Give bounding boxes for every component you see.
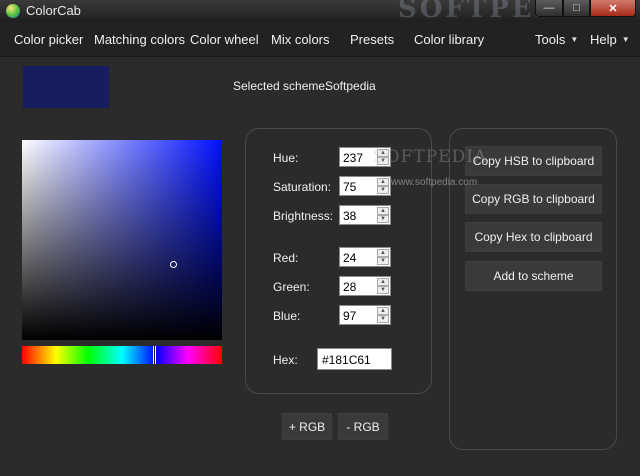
spin-down-icon[interactable]: ▼ (377, 186, 389, 194)
selected-scheme-name: Softpedia (325, 79, 376, 93)
blue-spinbox[interactable]: 97 ▲ ▼ (339, 305, 391, 325)
picker-cursor[interactable] (170, 261, 177, 268)
plus-rgb-button[interactable]: + RGB (282, 413, 332, 440)
spin-up-icon[interactable]: ▲ (377, 307, 389, 315)
softpedia-watermark-url: www.softpedia.com (391, 177, 478, 188)
minimize-button[interactable]: — (535, 0, 563, 17)
brightness-spinbox[interactable]: 38 ▲ ▼ (339, 205, 391, 225)
title-bar: ColorCab SOFTPEDIA — □ ✕ (0, 0, 640, 24)
close-icon: ✕ (608, 2, 618, 15)
spin-up-icon[interactable]: ▲ (377, 207, 389, 215)
menu-help-label: Help (590, 32, 617, 47)
chevron-down-icon: ▼ (570, 35, 579, 44)
red-label: Red: (273, 251, 299, 265)
brightness-value: 38 (343, 209, 357, 223)
minus-rgb-button[interactable]: - RGB (338, 413, 388, 440)
brightness-label: Brightness: (273, 209, 334, 223)
close-button[interactable]: ✕ (590, 0, 636, 17)
green-spinbox[interactable]: 28 ▲ ▼ (339, 276, 391, 296)
menu-mix-colors[interactable]: Mix colors (271, 32, 330, 47)
menu-color-library[interactable]: Color library (414, 32, 484, 47)
hex-label: Hex: (273, 353, 298, 367)
menu-color-picker[interactable]: Color picker (14, 32, 83, 47)
copy-rgb-button[interactable]: Copy RGB to clipboard (465, 184, 602, 214)
menu-color-wheel[interactable]: Color wheel (190, 32, 259, 47)
green-value: 28 (343, 280, 357, 294)
hue-slider[interactable] (22, 346, 222, 364)
red-value: 24 (343, 251, 357, 265)
minimize-icon: — (543, 2, 555, 14)
spin-up-icon[interactable]: ▲ (377, 278, 389, 286)
spin-up-icon[interactable]: ▲ (377, 178, 389, 186)
spin-up-icon[interactable]: ▲ (377, 249, 389, 257)
copy-hex-button[interactable]: Copy Hex to clipboard (465, 222, 602, 252)
hue-label: Hue: (273, 151, 299, 165)
hue-value: 237 (343, 151, 364, 165)
spin-down-icon[interactable]: ▼ (377, 215, 389, 223)
colorcab-app-icon (6, 4, 20, 18)
saturation-spinbox[interactable]: 75 ▲ ▼ (339, 176, 391, 196)
window-title: ColorCab (26, 3, 81, 18)
saturation-value: 75 (343, 180, 357, 194)
green-label: Green: (273, 280, 310, 294)
maximize-button[interactable]: □ (563, 0, 590, 17)
maximize-icon: □ (573, 2, 580, 14)
spin-down-icon[interactable]: ▼ (377, 286, 389, 294)
menu-tools-label: Tools (535, 32, 566, 47)
menu-bar: Color picker Matching colors Color wheel… (0, 22, 640, 57)
spin-down-icon[interactable]: ▼ (377, 315, 389, 323)
hex-value: #181C61 (322, 353, 371, 367)
blue-label: Blue: (273, 309, 301, 323)
add-to-scheme-button[interactable]: Add to scheme (465, 261, 602, 291)
menu-presets[interactable]: Presets (350, 32, 394, 47)
menu-matching-colors[interactable]: Matching colors (94, 32, 185, 47)
menu-tools[interactable]: Tools ▼ (535, 32, 578, 47)
softpedia-watermark: SOFTPEDIA (373, 147, 488, 167)
spin-down-icon[interactable]: ▼ (377, 257, 389, 265)
chevron-down-icon: ▼ (621, 35, 630, 44)
selected-scheme-label: Selected scheme: (233, 79, 329, 93)
red-spinbox[interactable]: 24 ▲ ▼ (339, 247, 391, 267)
saturation-label: Saturation: (273, 180, 332, 194)
menu-help[interactable]: Help ▼ (590, 32, 630, 47)
hue-slider-handle[interactable] (153, 346, 156, 364)
blue-value: 97 (343, 309, 357, 323)
hex-input[interactable]: #181C61 (317, 348, 392, 370)
saturation-brightness-picker[interactable] (22, 140, 222, 340)
selected-color-swatch (23, 66, 109, 108)
